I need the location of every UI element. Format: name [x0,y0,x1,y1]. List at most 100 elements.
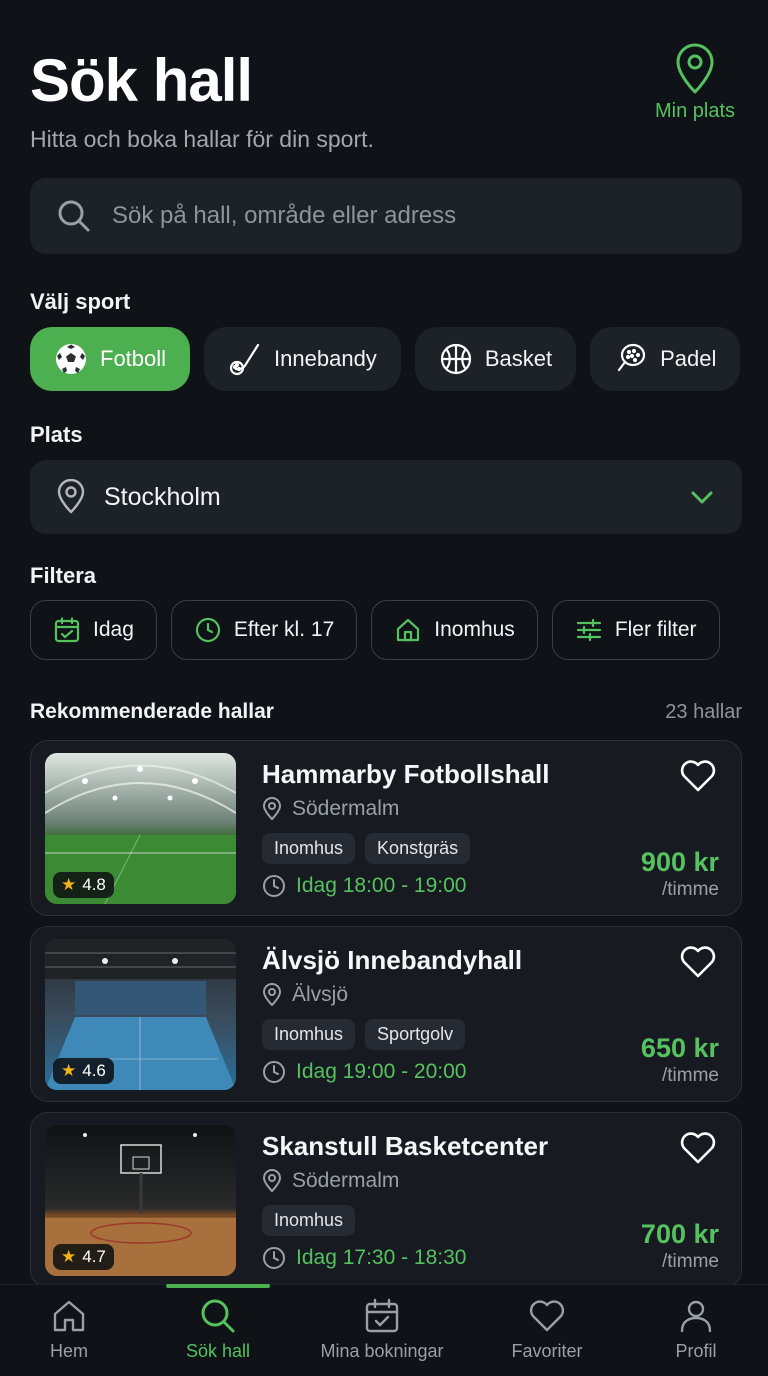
hall-card[interactable]: ★ 4.7 Skanstull Basketcenter Södermalm I… [30,1112,742,1288]
basketball-icon [440,343,471,375]
nav-item-profile[interactable]: Profil [660,1285,732,1376]
hall-area: Södermalm [262,797,399,821]
location-pin-icon [676,43,714,94]
filter-buttons: Idag Efter kl. 17 Inomhus Fler filter [30,600,720,660]
hall-photo: ★ 4.8 [45,753,236,904]
heart-icon[interactable] [679,945,717,979]
search-bar[interactable] [30,178,742,254]
star-icon: ★ [61,875,77,894]
heart-icon [529,1300,565,1332]
search-icon [201,1299,235,1333]
filter-label: Inomhus [434,618,515,641]
rating-value: 4.7 [82,1247,106,1266]
nav-label: Favoriter [511,1341,583,1361]
hall-photo: ★ 4.7 [45,1125,236,1276]
location-pin-icon [262,983,282,1007]
hall-area-label: Älvsjö [292,983,349,1006]
padel-racket-icon [617,343,646,372]
sport-chip-padel[interactable]: Padel [590,327,741,391]
recommended-title: Rekommenderade hallar [30,700,274,723]
search-input[interactable] [112,202,692,230]
nav-item-bookings[interactable]: Mina bokningar [306,1285,458,1376]
calendar-icon [365,1298,399,1333]
nav-item-favorites[interactable]: Favoriter [498,1285,596,1376]
hall-time-label: Idag 17:30 - 18:30 [296,1246,467,1269]
place-section-label: Plats [30,422,83,447]
hall-time-label: Idag 18:00 - 19:00 [296,874,467,897]
price-value: 700 kr [640,1219,719,1249]
sport-chip-label: Basket [484,346,553,371]
price-unit: /timme [662,879,719,900]
hall-area: Södermalm [262,1169,399,1193]
hall-area-label: Södermalm [292,797,400,820]
search-icon [58,200,90,232]
hall-name: Hammarby Fotbollshall [262,759,550,789]
soccer-ball-icon [56,344,86,374]
hall-tag: Inomhus [262,1019,356,1050]
hall-price: 700 kr /timme [641,1219,719,1273]
nav-label: Profil [675,1341,717,1361]
hall-tags: Inomhus [262,1205,356,1236]
filter-indoor-button[interactable]: Inomhus [371,600,538,660]
filter-today-button[interactable]: Idag [30,600,157,660]
nav-label: Hem [49,1341,88,1361]
price-value: 900 kr [640,847,719,877]
bottom-navigation: Hem Sök hall Mina bokningar Favoriter Pr… [0,1284,768,1376]
home-icon [53,1300,85,1332]
heart-icon[interactable] [679,1131,717,1165]
rating-badge: ★ 4.6 [53,1058,114,1084]
star-icon: ★ [61,1061,77,1080]
filter-after-17-button[interactable]: Efter kl. 17 [170,600,358,660]
rating-value: 4.8 [82,875,106,894]
nav-label: Sök hall [185,1341,251,1361]
hall-tag: Inomhus [262,1205,356,1236]
hall-time: Idag 17:30 - 18:30 [262,1246,466,1270]
clock-icon [263,875,285,897]
filter-section-label: Filtera [30,563,97,588]
hall-card[interactable]: ★ 4.6 Älvsjö Innebandyhall Älvsjö Inomhu… [30,926,742,1102]
hall-area-label: Södermalm [292,1169,400,1192]
hall-tags: Inomhus Sportgolv [262,1019,466,1050]
sport-chips: Fotboll Innebandy Basket Padel [30,327,741,391]
search-hall-screen: Sök hall Hitta och boka hallar för din s… [0,0,768,1376]
hall-tags: Inomhus Konstgräs [262,833,471,864]
rating-value: 4.6 [82,1061,106,1080]
filter-label: Efter kl. 17 [233,618,335,641]
recommended-header: Rekommenderade hallar 23 hallar [30,700,742,724]
selected-place: Stockholm [104,482,221,511]
star-icon: ★ [61,1247,77,1266]
hall-tag: Inomhus [262,833,356,864]
place-dropdown[interactable]: Stockholm [30,460,742,534]
hall-card[interactable]: ★ 4.8 Hammarby Fotbollshall Södermalm In… [30,740,742,916]
filter-label: Idag [93,618,134,641]
nav-label: Mina bokningar [320,1341,444,1361]
recommended-count: 23 hallar [665,701,742,723]
my-location-label: Min plats [654,100,736,122]
heart-icon[interactable] [679,759,717,793]
hall-time: Idag 18:00 - 19:00 [262,874,466,898]
clock-icon [263,1247,285,1269]
location-pin-icon [262,797,282,821]
hall-photo: ★ 4.6 [45,939,236,1090]
filter-more-button[interactable]: Fler filter [551,600,720,660]
price-unit: /timme [662,1251,719,1272]
sport-chip-label: Fotboll [100,346,167,371]
my-location-button[interactable]: Min plats [650,42,740,123]
sport-chip-basket[interactable]: Basket [414,327,577,391]
hall-price: 650 kr /timme [641,1033,719,1087]
hall-tag: Konstgräs [365,833,471,864]
nav-item-search[interactable]: Sök hall [166,1285,270,1376]
price-value: 650 kr [640,1033,719,1063]
filter-label: Fler filter [614,618,697,641]
nav-item-home[interactable]: Hem [28,1285,110,1376]
clock-icon [263,1061,285,1083]
floorball-icon [229,343,260,376]
sport-chip-fotboll[interactable]: Fotboll [30,327,191,391]
user-icon [680,1300,712,1333]
hall-name: Skanstull Basketcenter [262,1131,549,1161]
sport-chip-label: Innebandy [274,346,377,371]
hall-time: Idag 19:00 - 20:00 [262,1060,466,1084]
clock-icon [195,617,220,643]
sport-chip-innebandy[interactable]: Innebandy [204,327,401,391]
chevron-down-icon [691,491,713,504]
